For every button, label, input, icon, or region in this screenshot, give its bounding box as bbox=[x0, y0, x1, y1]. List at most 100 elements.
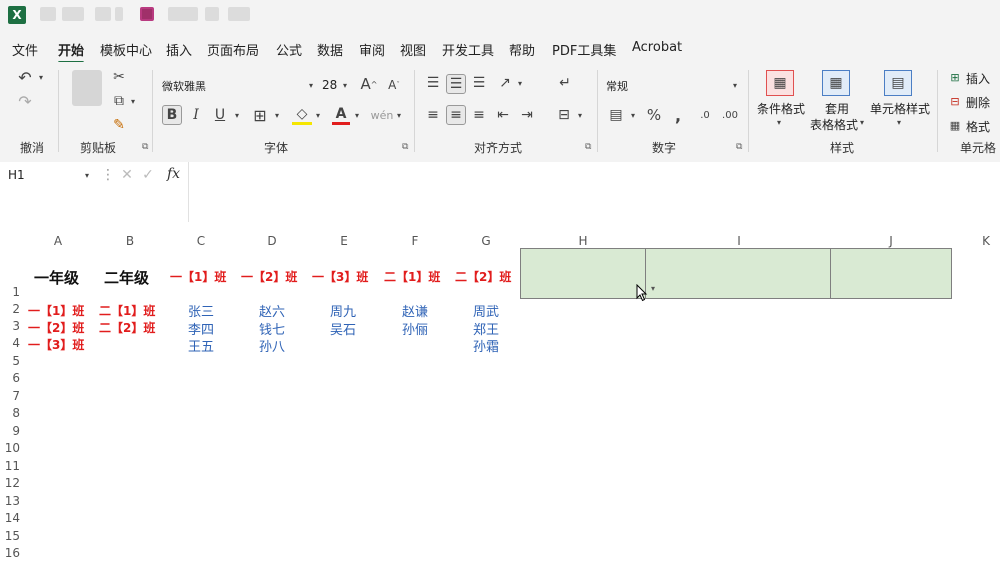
italic-button[interactable]: I bbox=[188, 105, 204, 125]
save-icon[interactable] bbox=[140, 7, 154, 21]
orientation-dropdown-icon[interactable]: ▾ bbox=[515, 76, 525, 90]
worksheet[interactable]: A B C D E F G H I J K 1 2 3 4 5 6 7 8 9 … bbox=[0, 224, 1000, 562]
cell-a2[interactable]: 一【1】班 bbox=[28, 302, 84, 319]
phonetic-icon[interactable]: wén bbox=[371, 105, 394, 125]
align-top-icon[interactable]: ☰ bbox=[424, 74, 442, 92]
row-header-14[interactable]: 14 bbox=[0, 511, 20, 525]
font-launcher-icon[interactable]: ⧉ bbox=[402, 142, 408, 152]
font-name-select[interactable]: 微软雅黑 bbox=[162, 78, 206, 94]
row-header-8[interactable]: 8 bbox=[0, 406, 20, 420]
row-header-2[interactable]: 2 bbox=[0, 302, 20, 316]
cell-style-label[interactable]: 单元格样式 bbox=[870, 100, 930, 117]
cut-icon[interactable]: ✂ bbox=[110, 68, 128, 86]
row-header-16[interactable]: 16 bbox=[0, 546, 20, 560]
number-launcher-icon[interactable]: ⧉ bbox=[736, 142, 742, 152]
comma-style-icon[interactable]: , bbox=[670, 105, 686, 125]
enter-icon[interactable]: ✓ bbox=[141, 167, 155, 183]
insert-cells-icon[interactable]: ⊞ bbox=[947, 70, 963, 84]
merge-center-icon[interactable]: ⊟ bbox=[554, 105, 574, 125]
font-color-icon[interactable]: A bbox=[332, 105, 350, 125]
font-size-dropdown-icon[interactable]: ▾ bbox=[340, 78, 350, 92]
align-middle-icon[interactable]: ☰ bbox=[446, 74, 466, 94]
insert-function-icon[interactable]: fx bbox=[167, 166, 180, 182]
table-format-dropdown-icon[interactable]: ▾ bbox=[857, 116, 867, 128]
cell-d2[interactable]: 赵六 bbox=[259, 301, 285, 320]
underline-button[interactable]: U bbox=[212, 105, 228, 125]
row-header-1[interactable]: 1 bbox=[0, 285, 20, 299]
cell-h1[interactable] bbox=[520, 248, 646, 299]
copy-icon[interactable]: ⧉ bbox=[110, 92, 128, 110]
align-center-icon[interactable]: ≡ bbox=[446, 105, 466, 125]
cell-d1[interactable]: 一【2】班 bbox=[241, 268, 297, 285]
table-format-label-2[interactable]: 表格格式 bbox=[810, 116, 858, 133]
quick-access-customize[interactable] bbox=[228, 7, 250, 21]
phonetic-dropdown-icon[interactable]: ▾ bbox=[394, 108, 404, 122]
paste-icon[interactable] bbox=[72, 70, 102, 106]
row-header-15[interactable]: 15 bbox=[0, 529, 20, 543]
tab-home[interactable]: 开始 bbox=[58, 40, 85, 64]
tab-templates[interactable]: 模板中心 bbox=[100, 40, 152, 59]
redo-icon[interactable]: ↷ bbox=[14, 92, 36, 111]
cell-f3[interactable]: 孙俪 bbox=[402, 319, 428, 338]
font-name-dropdown-icon[interactable]: ▾ bbox=[306, 78, 316, 92]
table-format-icon[interactable]: ▦ bbox=[822, 70, 850, 96]
row-header-4[interactable]: 4 bbox=[0, 336, 20, 350]
cell-g1[interactable]: 二【2】班 bbox=[455, 268, 511, 285]
cell-d4[interactable]: 孙八 bbox=[259, 336, 285, 355]
cell-e3[interactable]: 吴石 bbox=[330, 319, 356, 338]
font-color-dropdown-icon[interactable]: ▾ bbox=[352, 108, 362, 122]
column-header-f[interactable]: F bbox=[407, 234, 423, 248]
autosave-toggle[interactable] bbox=[40, 7, 56, 21]
row-header-3[interactable]: 3 bbox=[0, 319, 20, 333]
cancel-icon[interactable]: ✕ bbox=[120, 167, 134, 183]
wrap-text-icon[interactable]: ↵ bbox=[556, 74, 574, 92]
number-format-dropdown-icon[interactable]: ▾ bbox=[730, 78, 740, 92]
copy-dropdown-icon[interactable]: ▾ bbox=[128, 94, 138, 108]
number-format-select[interactable]: 常规 bbox=[606, 78, 628, 94]
cell-i1[interactable] bbox=[645, 248, 831, 299]
column-header-k[interactable]: K bbox=[978, 234, 994, 248]
align-left-icon[interactable]: ≡ bbox=[424, 105, 442, 125]
tab-developer[interactable]: 开发工具 bbox=[442, 40, 494, 59]
decrease-indent-icon[interactable]: ⇤ bbox=[494, 105, 512, 125]
underline-dropdown-icon[interactable]: ▾ bbox=[232, 108, 242, 122]
quick-access-more[interactable] bbox=[205, 7, 219, 21]
quick-access-extra[interactable] bbox=[168, 7, 198, 21]
cell-a4[interactable]: 一【3】班 bbox=[28, 336, 84, 353]
tab-formulas[interactable]: 公式 bbox=[276, 40, 302, 59]
column-header-d[interactable]: D bbox=[264, 234, 280, 248]
tab-view[interactable]: 视图 bbox=[400, 40, 426, 59]
conditional-format-label[interactable]: 条件格式 bbox=[757, 100, 805, 117]
format-cells-label[interactable]: 格式 bbox=[966, 118, 990, 135]
cell-style-icon[interactable]: ▤ bbox=[884, 70, 912, 96]
cell-c1[interactable]: 一【1】班 bbox=[170, 268, 226, 285]
cell-e1[interactable]: 一【3】班 bbox=[312, 268, 368, 285]
clipboard-launcher-icon[interactable]: ⧉ bbox=[142, 142, 148, 152]
increase-indent-icon[interactable]: ⇥ bbox=[518, 105, 536, 125]
tab-review[interactable]: 审阅 bbox=[359, 40, 385, 59]
tab-page-layout[interactable]: 页面布局 bbox=[207, 40, 259, 59]
column-header-e[interactable]: E bbox=[336, 234, 352, 248]
increase-decimal-icon[interactable]: .0 bbox=[695, 105, 715, 125]
column-header-c[interactable]: C bbox=[193, 234, 209, 248]
row-header-5[interactable]: 5 bbox=[0, 354, 20, 368]
decrease-decimal-icon[interactable]: .00 bbox=[720, 105, 740, 125]
align-right-icon[interactable]: ≡ bbox=[470, 105, 488, 125]
percent-icon[interactable]: % bbox=[644, 105, 664, 125]
row-header-13[interactable]: 13 bbox=[0, 494, 20, 508]
cell-b2[interactable]: 二【1】班 bbox=[99, 302, 155, 319]
cell-e2[interactable]: 周九 bbox=[330, 301, 356, 320]
increase-font-icon[interactable]: A ^ bbox=[360, 74, 378, 94]
fill-color-dropdown-icon[interactable]: ▾ bbox=[313, 108, 323, 122]
cell-a1[interactable]: 一年级 bbox=[34, 267, 79, 288]
align-bottom-icon[interactable]: ☰ bbox=[470, 74, 488, 92]
cell-j1[interactable] bbox=[830, 248, 952, 299]
column-header-j[interactable]: J bbox=[883, 234, 899, 248]
format-cells-icon[interactable]: ▦ bbox=[947, 118, 963, 132]
border-dropdown-icon[interactable]: ▾ bbox=[272, 108, 282, 122]
row-header-7[interactable]: 7 bbox=[0, 389, 20, 403]
cell-f2[interactable]: 赵谦 bbox=[402, 301, 428, 320]
tab-acrobat[interactable]: Acrobat bbox=[632, 40, 682, 55]
font-size-select[interactable]: 28 bbox=[322, 78, 337, 92]
cell-g2[interactable]: 周武 bbox=[473, 301, 499, 320]
